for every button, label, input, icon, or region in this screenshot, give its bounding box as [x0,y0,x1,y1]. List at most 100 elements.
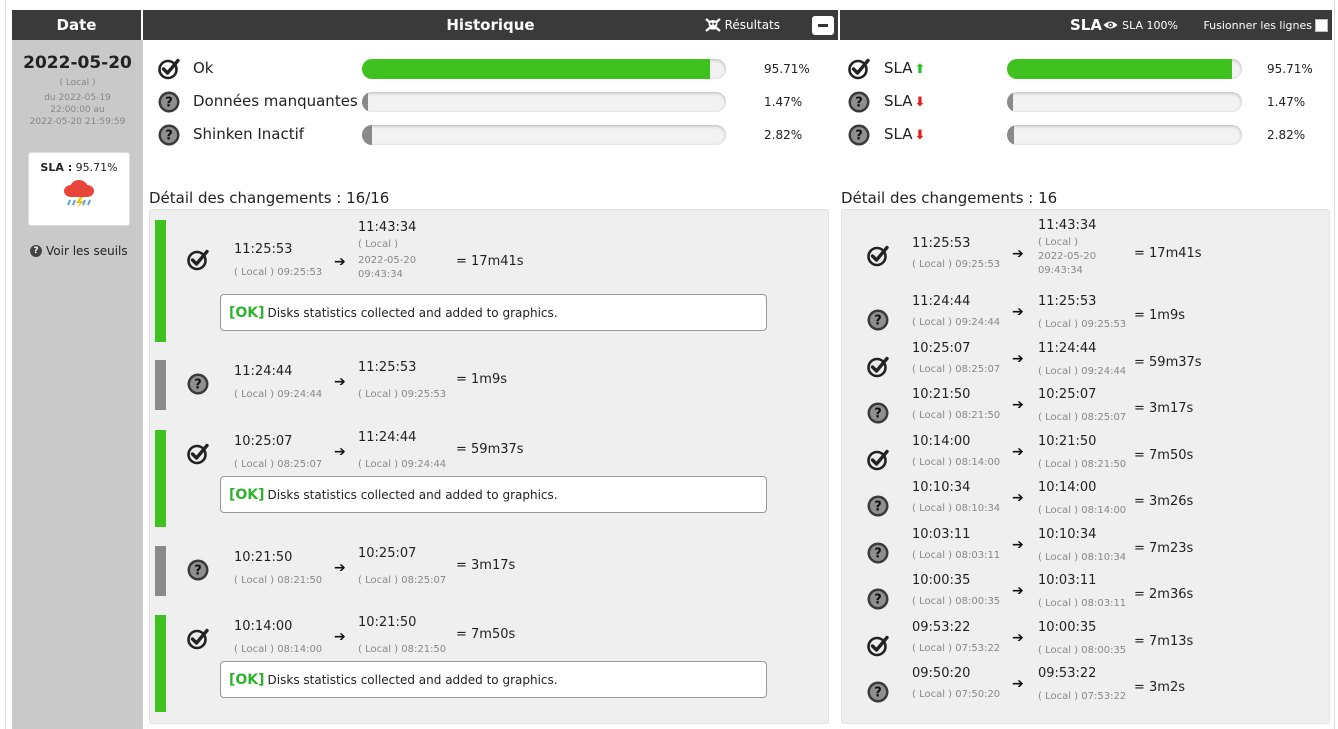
start-local-time: ( Local ) 07:50:20 [912,689,1001,700]
history-change-item: ? 10:21:50 ( Local ) 08:21:50 ➔ 10:25:07 ( L… [150,546,828,596]
start-time: 10:25:07 [234,434,293,449]
arrow-right-icon: ➔ [334,374,346,390]
question-circle-icon: ? [867,309,889,331]
end-time: 11:25:53 [358,360,417,375]
header-date: Date [12,10,143,40]
sla-change-item: ? 10:21:50 ( Local ) 08:21:50 ➔ 10:25:07 ( L… [842,387,1329,431]
progress-bar-fill [1007,125,1014,145]
start-time: 11:24:44 [912,294,971,309]
duration: = 17m41s [1134,246,1202,261]
question-circle-icon: ? [867,495,889,517]
progress-bar [1007,125,1242,145]
check-circle-icon [848,58,870,80]
progress-bar-fill [1007,59,1232,79]
status-bar [155,220,166,342]
message-text: Disks statistics collected and added to … [267,487,558,502]
status-icon: ? [866,541,890,569]
svg-text:?: ? [855,96,863,111]
sla-card: SLA : 95.71% [28,152,130,226]
history-detail-panel: 11:25:53 ( Local ) 09:25:53 ➔ 11:43:34 ( Loc… [149,209,829,724]
duration: = 1m9s [1134,308,1186,323]
sla-change-item: ? 11:24:44 ( Local ) 09:24:44 ➔ 11:25:53 ( L… [842,294,1329,338]
question-circle-icon: ? [867,588,889,610]
header-sla: SLA SLA 100% Fusionner les lignes [838,10,1332,40]
end-local-time: 09:43:34 [1038,265,1083,276]
arrow-right-icon: ➔ [1012,246,1024,262]
end-time: 10:25:07 [358,546,417,561]
end-time: 09:53:22 [1038,666,1097,681]
svg-text:?: ? [874,546,882,561]
summary-label-text: Shinken Inactif [193,125,305,143]
sla100-label: SLA 100% [1122,18,1178,32]
thresholds-label: Voir les seuils [46,244,128,258]
progress-bar-fill [362,92,368,112]
start-local-time: ( Local ) 08:21:50 [912,410,1001,421]
check-circle-icon [867,635,889,656]
history-change-item: 10:25:07 ( Local ) 08:25:07 ➔ 11:24:44 ( Loc… [150,430,828,527]
progress-bar [362,92,726,112]
progress-bar-fill [1007,92,1013,112]
end-local-time: ( Local ) 08:14:00 [1038,505,1127,516]
end-local-time: ( Local ) 08:25:07 [358,575,447,586]
arrow-right-icon: ➔ [1012,304,1024,320]
history-detail-title: Détail des changements : 16/16 [149,189,390,207]
results-toggle[interactable]: Résultats [704,10,780,40]
end-time: 11:24:44 [1038,340,1097,356]
collapse-button[interactable] [812,16,834,35]
svg-text:?: ? [874,686,882,701]
eye-icon [1103,21,1118,29]
sla-detail-panel: 11:25:53 ( Local ) 09:25:53 ➔ 11:43:34 ( Loc… [841,209,1330,724]
arrow-right-icon: ➔ [1012,397,1024,413]
sla100-toggle[interactable]: SLA 100% [1103,10,1178,40]
range-line-2: 22:00:00 au [50,105,105,115]
merge-lines-toggle[interactable]: Fusionner les lignes [1203,10,1328,40]
summary-label-text: SLA [884,92,913,110]
summary-label-text: Ok [193,59,214,77]
results-label: Résultats [724,18,780,32]
merge-lines-label: Fusionner les lignes [1203,18,1312,32]
range-line-1: du 2022-05-19 [44,93,111,103]
arrow-right-icon: ➔ [334,629,346,645]
duration: = 59m37s [1134,354,1202,370]
question-circle-icon: ? [848,91,870,113]
sla-change-item: 10:14:00 ( Local ) 08:14:00 ➔ 10:21:50 ( Loc… [842,434,1329,478]
progress-bar [1007,59,1242,79]
message-text: Disks statistics collected and added to … [267,305,558,320]
progress-bar [362,59,726,79]
sla-change-item: 09:53:22 ( Local ) 07:53:22 ➔ 10:00:35 ( Loc… [842,620,1329,664]
check-circle-icon [187,249,209,271]
status-icon [866,244,890,272]
question-circle-icon: ? [867,402,889,424]
arrow-down-icon: ⬇ [914,95,926,110]
end-time: 11:25:53 [1038,294,1097,309]
status-icon: ? [866,494,890,522]
history-change-item: ? 11:24:44 ( Local ) 09:24:44 ➔ 11:25:53 ( L… [150,360,828,410]
start-time: 11:24:44 [234,364,293,379]
start-local-time: ( Local ) 08:21:50 [234,575,323,586]
start-local-time: ( Local ) 09:24:44 [234,389,323,400]
thresholds-link[interactable]: ? Voir les seuils [30,244,128,258]
merge-lines-checkbox[interactable] [1315,18,1328,32]
message-status-tag: [OK] [229,671,265,688]
status-icon: ? [847,90,871,118]
duration: = 3m17s [1134,401,1194,416]
status-icon [847,57,871,85]
arrow-right-icon: ➔ [1012,676,1024,692]
arrow-right-icon: ➔ [334,560,346,576]
progress-percent: 95.71% [764,62,810,76]
sla-detail-title: Détail des changements : 16 [841,189,1058,207]
start-time: 10:21:50 [912,387,971,402]
start-time: 10:10:34 [912,480,971,495]
end-local-time: ( Local ) 08:00:35 [1038,644,1127,656]
check-circle-icon [867,449,889,470]
status-bar [155,546,166,596]
question-circle-icon: ? [867,542,889,563]
svg-text:?: ? [874,500,882,515]
sla-change-item: ? 09:50:20 ( Local ) 07:50:20 ➔ 09:53:22 ( L… [842,666,1329,710]
status-icon [866,634,890,662]
end-local-time: ( Local ) 09:25:53 [358,389,447,400]
start-time: 10:25:07 [912,340,971,356]
status-icon: ? [866,401,890,429]
arrow-right-icon: ➔ [1012,629,1024,646]
history-change-item: 11:25:53 ( Local ) 09:25:53 ➔ 11:43:34 ( Loc… [150,220,828,342]
